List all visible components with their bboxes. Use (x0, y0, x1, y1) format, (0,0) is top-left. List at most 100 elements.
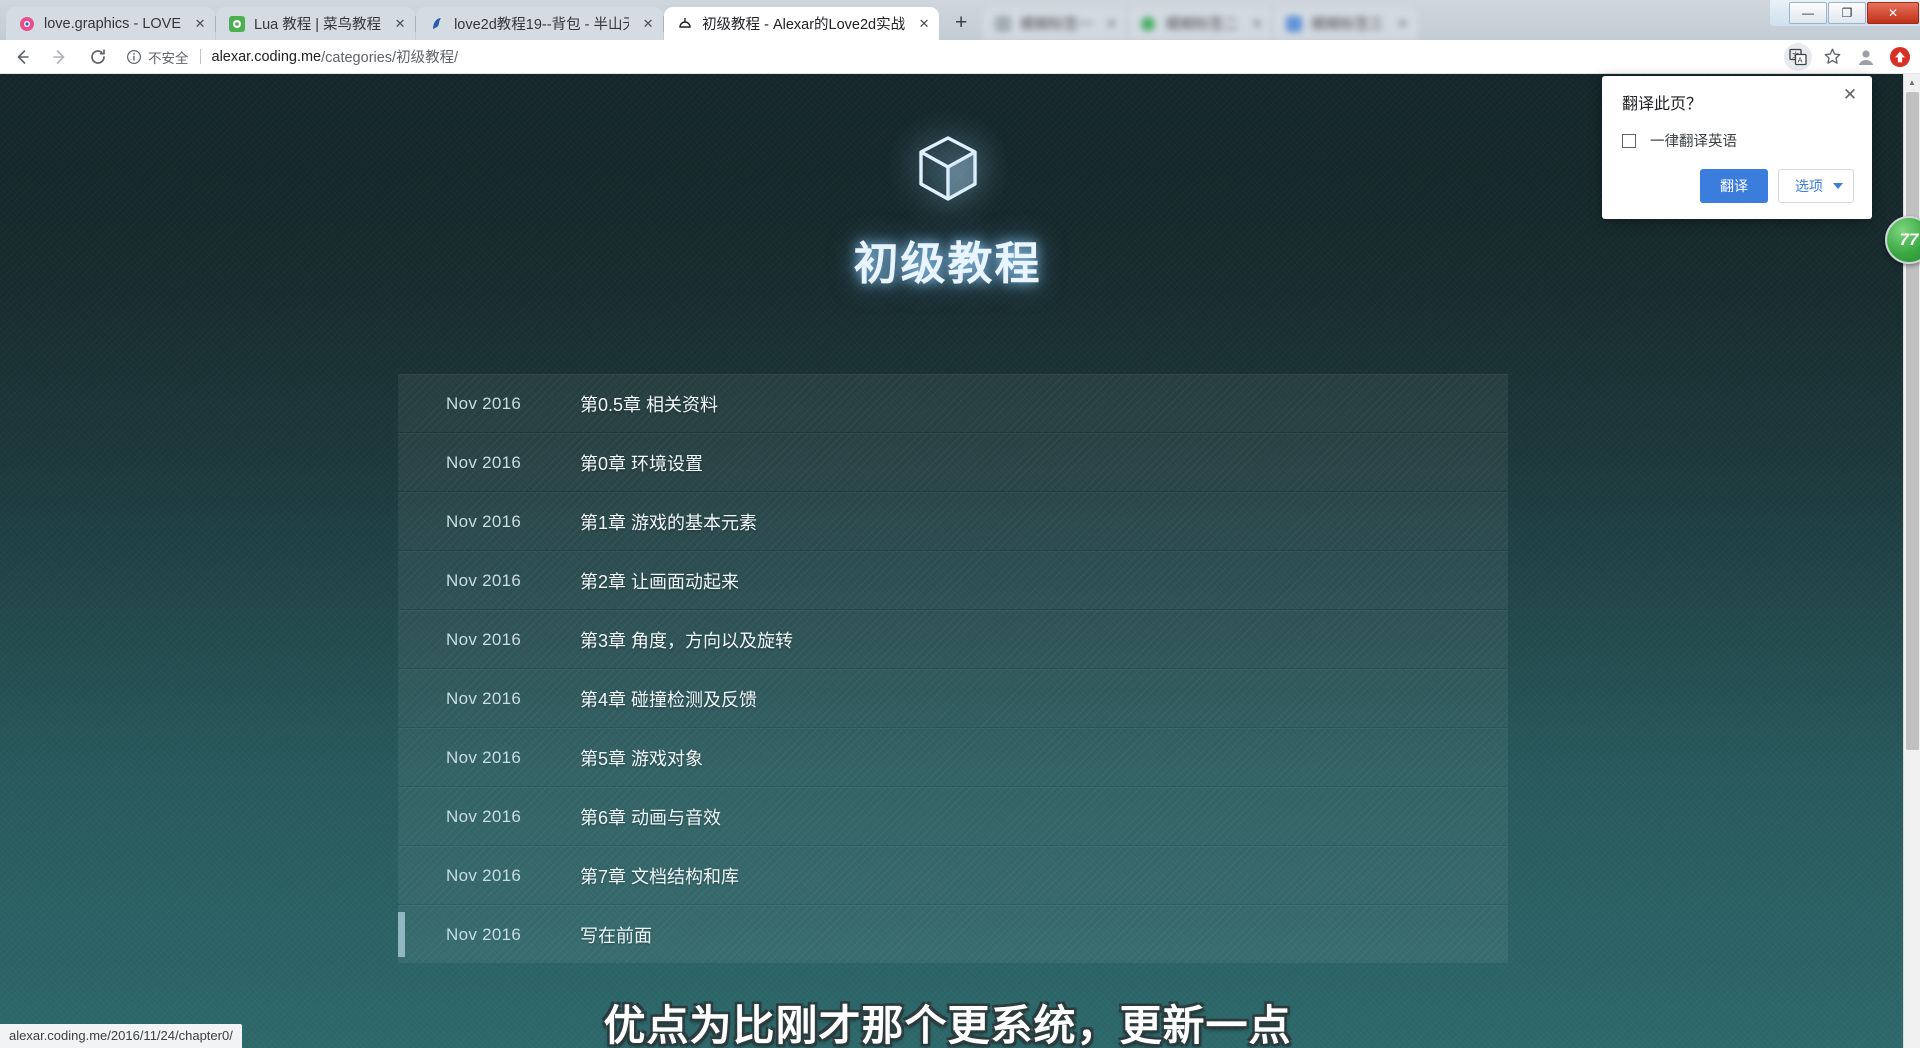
scroll-up-arrow-icon[interactable]: ▲ (1904, 74, 1920, 91)
hover-indicator (398, 853, 405, 898)
translate-button[interactable]: 翻译 (1700, 169, 1768, 203)
archive-row-6[interactable]: Nov 2016 第5章 游戏对象 (398, 728, 1508, 786)
translate-popup-actions: 翻译 选项 (1622, 169, 1854, 203)
hover-indicator (398, 735, 405, 780)
browser-window: love.graphics - LOVE ✕ Lua 教程 | 菜鸟教程 ✕ l… (0, 0, 1920, 1048)
always-translate-row[interactable]: 一律翻译英语 (1622, 130, 1854, 151)
archive-row-0[interactable]: Nov 2016 第0.5章 相关资料 (398, 374, 1508, 432)
browser-tab-6-blurred[interactable]: 模糊标签三 ✕ (1273, 7, 1418, 40)
archive-title[interactable]: 第0.5章 相关资料 (548, 391, 718, 417)
maximize-button[interactable]: ❐ (1828, 2, 1866, 24)
options-label: 选项 (1795, 178, 1823, 194)
archive-title[interactable]: 写在前面 (548, 922, 652, 948)
url-path: /categories/初级教程/ (321, 50, 459, 66)
archive-title[interactable]: 第0章 环境设置 (548, 450, 703, 476)
page-title: 初级教程 (853, 238, 1042, 289)
blurred-icon (994, 15, 1011, 32)
archive-title[interactable]: 第1章 游戏的基本元素 (548, 509, 757, 535)
tab-close-icon[interactable]: ✕ (191, 15, 209, 33)
archive-title[interactable]: 第2章 让画面动起来 (548, 568, 739, 594)
page-background: 初级教程 Nov 2016 第0.5章 相关资料 Nov 2016 第0章 环境… (0, 74, 1920, 1048)
chevron-down-icon (1833, 183, 1843, 189)
minimize-button[interactable]: — (1789, 2, 1827, 24)
cnblogs-icon (428, 15, 445, 32)
tab-title: 初级教程 - Alexar的Love2d实战 (702, 17, 906, 33)
tab-strip: love.graphics - LOVE ✕ Lua 教程 | 菜鸟教程 ✕ l… (0, 0, 1920, 40)
browser-tab-3-active[interactable]: 初级教程 - Alexar的Love2d实战 ✕ (664, 7, 940, 40)
cube-icon (917, 136, 979, 211)
archive-row-2[interactable]: Nov 2016 第1章 游戏的基本元素 (398, 492, 1508, 550)
archive-row-5[interactable]: Nov 2016 第4章 碰撞检测及反馈 (398, 669, 1508, 727)
tab-close-icon[interactable]: ✕ (915, 15, 933, 33)
archive-row-3[interactable]: Nov 2016 第2章 让画面动起来 (398, 551, 1508, 609)
tab-title: love.graphics - LOVE (44, 15, 182, 32)
security-label: 不安全 (148, 50, 189, 66)
archive-date: Nov 2016 (446, 747, 522, 767)
profile-avatar-icon[interactable] (1852, 43, 1880, 71)
forward-button[interactable] (44, 42, 76, 72)
translate-popup: ✕ 翻译此页？ 一律翻译英语 翻译 选项 (1602, 76, 1872, 219)
tab-title: 模糊标签三 (1311, 17, 1384, 33)
archive-row-7[interactable]: Nov 2016 第6章 动画与音效 (398, 787, 1508, 845)
archive-row-8[interactable]: Nov 2016 第7章 文档结构和库 (398, 846, 1508, 904)
archive-date: Nov 2016 (446, 865, 522, 885)
tab-close-icon[interactable]: ✕ (1248, 15, 1266, 33)
status-bar: alexar.coding.me/2016/11/24/chapter0/ (0, 1024, 242, 1048)
browser-tab-2[interactable]: love2d教程19--背包 - 半山无极 ✕ (416, 7, 665, 40)
browser-toolbar: 不安全 alexar.coding.me/categories/初级教程/ 文A (0, 40, 1920, 74)
close-icon[interactable]: ✕ (1840, 85, 1860, 105)
hover-indicator (398, 676, 405, 721)
translate-heading: 翻译此页？ (1622, 96, 1703, 113)
bookmark-star-icon[interactable] (1818, 43, 1846, 71)
always-translate-checkbox[interactable] (1622, 133, 1636, 148)
url-host: alexar.coding.me (211, 48, 322, 65)
archive-title[interactable]: 第6章 动画与音效 (548, 804, 721, 830)
svg-text:A: A (1798, 55, 1803, 64)
browser-tab-0[interactable]: love.graphics - LOVE ✕ (6, 7, 217, 40)
address-bar[interactable]: 不安全 alexar.coding.me/categories/初级教程/ (126, 44, 1774, 70)
browser-tab-1[interactable]: Lua 教程 | 菜鸟教程 ✕ (216, 7, 417, 40)
archive-row-4[interactable]: Nov 2016 第3章 角度，方向以及旋转 (398, 610, 1508, 668)
browser-tab-4-blurred[interactable]: 模糊标签一 ✕ (982, 7, 1128, 40)
archive-date: Nov 2016 (446, 570, 522, 590)
love-icon (18, 15, 35, 32)
info-circle-icon (126, 49, 142, 65)
options-button[interactable]: 选项 (1778, 169, 1854, 203)
archive-date: Nov 2016 (446, 629, 522, 649)
tab-close-icon[interactable]: ✕ (1103, 15, 1121, 33)
archive-title[interactable]: 第4章 碰撞检测及反馈 (548, 686, 757, 712)
new-tab-button[interactable]: + (946, 8, 976, 38)
archive-date: Nov 2016 (446, 924, 522, 944)
archive-title[interactable]: 第5章 游戏对象 (548, 745, 703, 771)
reload-button[interactable] (82, 42, 114, 72)
hover-indicator (398, 912, 405, 957)
page-viewport: 初级教程 Nov 2016 第0.5章 相关资料 Nov 2016 第0章 环境… (0, 74, 1920, 1048)
tab-close-icon[interactable]: ✕ (391, 15, 409, 33)
scrollbar-thumb[interactable] (1906, 92, 1919, 750)
tab-title: 模糊标签二 (1165, 17, 1239, 33)
tab-close-icon[interactable]: ✕ (1394, 15, 1412, 33)
browser-tab-5-blurred[interactable]: 模糊标签二 ✕ (1127, 7, 1274, 40)
archive-date: Nov 2016 (446, 452, 522, 472)
tab-close-icon[interactable]: ✕ (639, 15, 657, 33)
archive-date: Nov 2016 (446, 806, 522, 826)
archive-date: Nov 2016 (446, 393, 522, 413)
hover-indicator (398, 794, 405, 839)
blurred-blue-icon (1285, 15, 1302, 32)
update-arrow-icon[interactable] (1886, 43, 1914, 71)
hover-indicator (398, 558, 405, 603)
archive-title[interactable]: 第7章 文档结构和库 (548, 863, 739, 889)
site-security-chip[interactable]: 不安全 (126, 47, 189, 67)
archive-title[interactable]: 第3章 角度，方向以及旋转 (548, 627, 793, 653)
omnibox-divider (199, 49, 201, 64)
archive-date: Nov 2016 (446, 688, 522, 708)
archive-row-1[interactable]: Nov 2016 第0章 环境设置 (398, 433, 1508, 491)
translate-icon[interactable]: 文A (1784, 42, 1812, 71)
hover-indicator (398, 381, 405, 426)
site-icon (676, 15, 693, 32)
close-window-button[interactable]: ✕ (1867, 2, 1919, 24)
archive-row-9[interactable]: Nov 2016 写在前面 (398, 905, 1508, 963)
runoob-icon (228, 15, 245, 32)
back-button[interactable] (6, 42, 38, 72)
hover-indicator (398, 499, 405, 544)
